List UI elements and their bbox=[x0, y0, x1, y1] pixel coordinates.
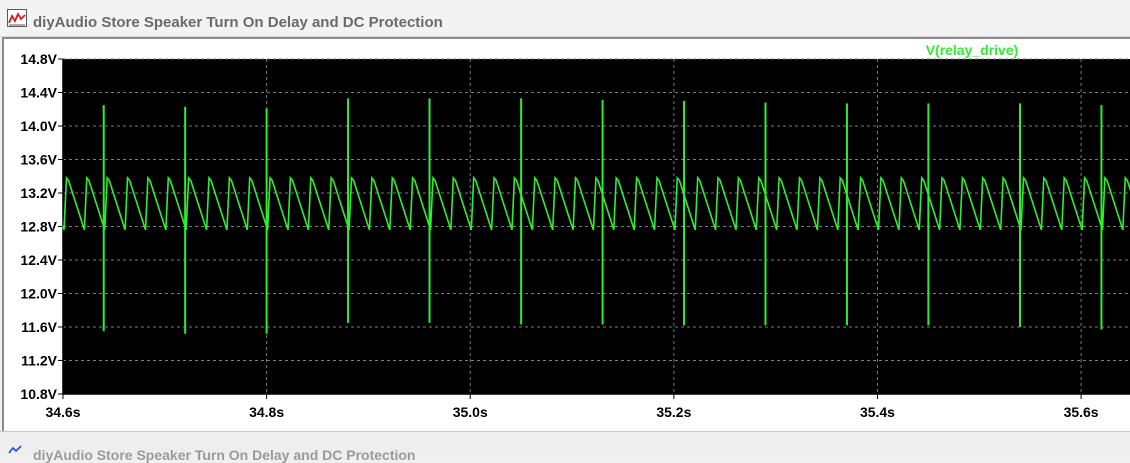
second-window-titlebar[interactable]: diyAudio Store Speaker Turn On Delay and… bbox=[0, 438, 1130, 463]
y-tick-label: 13.6V bbox=[20, 152, 57, 168]
y-tick-label: 11.2V bbox=[21, 353, 57, 369]
x-tick-label: 34.8s bbox=[249, 404, 284, 420]
y-tick-label: 12.4V bbox=[20, 252, 57, 268]
x-tick-label: 34.6s bbox=[45, 404, 80, 420]
y-tick-label: 14.4V bbox=[20, 85, 57, 101]
y-tick-label: 13.2V bbox=[20, 185, 57, 201]
waveform-chart[interactable]: 10.8V 11.2V 11.6V 12.0V 12.4V 12.8V 13.2V 13.6V… bbox=[4, 39, 1130, 431]
waveform-viewer-icon bbox=[7, 9, 27, 27]
x-tick-label: 35.4s bbox=[860, 404, 895, 420]
y-tick-label: 11.6V bbox=[21, 319, 57, 335]
y-tick-label: 14.0V bbox=[20, 118, 57, 134]
legend-label-relay-drive[interactable]: V(relay_drive) bbox=[926, 42, 1019, 58]
y-tick-label: 10.8V bbox=[20, 386, 57, 402]
y-tick-label: 12.0V bbox=[20, 286, 57, 302]
y-tick-label: 14.8V bbox=[20, 51, 57, 67]
plot-pane[interactable]: 10.8V 11.2V 11.6V 12.0V 12.4V 12.8V 13.2V 13.6V… bbox=[2, 37, 1130, 431]
x-tick-label: 35.2s bbox=[656, 404, 691, 420]
window-titlebar[interactable]: diyAudio Store Speaker Turn On Delay and… bbox=[0, 0, 1130, 37]
window-title: diyAudio Store Speaker Turn On Delay and… bbox=[33, 14, 443, 31]
y-tick-label: 12.8V bbox=[20, 219, 57, 235]
second-window-title: diyAudio Store Speaker Turn On Delay and… bbox=[33, 447, 416, 463]
x-tick-label: 35.0s bbox=[453, 404, 488, 420]
x-tick-label: 35.6s bbox=[1064, 404, 1099, 420]
waveform-viewer-icon bbox=[8, 445, 22, 454]
